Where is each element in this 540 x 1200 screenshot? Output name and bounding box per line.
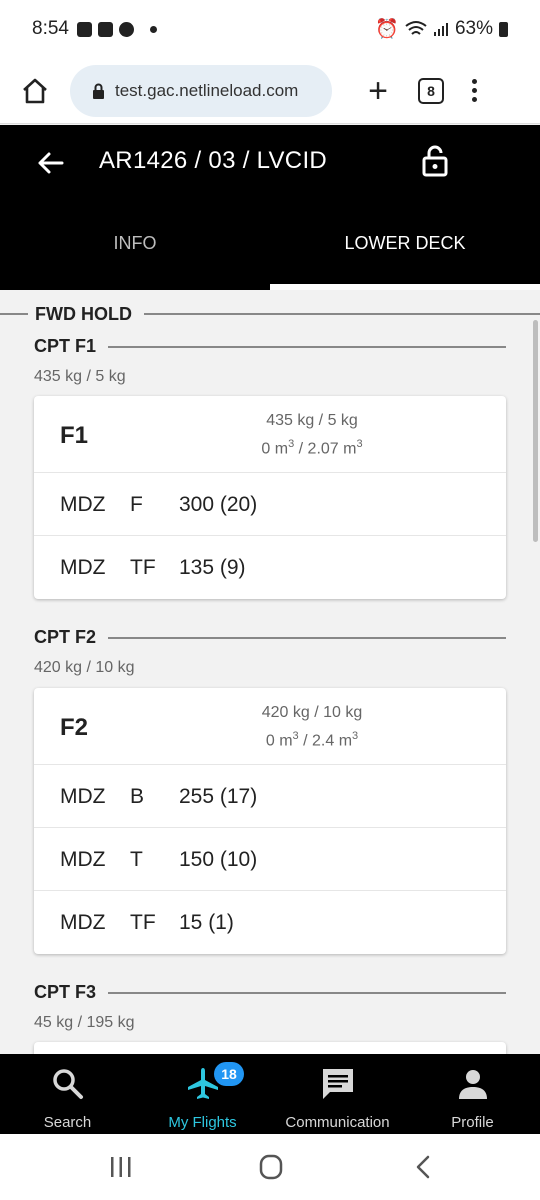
position-volume: 0 m3 / 2.07 m3 — [261, 438, 363, 458]
page-title: AR1426 / 03 / LVCID — [99, 147, 328, 174]
bottom-navigation: Search My Flights Communication 18 Profi… — [0, 1054, 540, 1134]
item-quantity: 15 (1) — [179, 911, 234, 934]
dot-icon — [472, 97, 477, 102]
item-code: TF — [130, 911, 156, 934]
more-notifications-icon — [149, 25, 157, 33]
url-text: test.gac.netlineload.com — [115, 80, 299, 100]
pinterest-icon — [118, 21, 134, 37]
nav-my-flights[interactable]: My Flights — [135, 1054, 270, 1134]
load-item-row[interactable]: MDZ TF 15 (1) — [34, 891, 506, 954]
item-quantity: 150 (10) — [179, 848, 258, 871]
hold-label: FWD HOLD — [35, 304, 132, 324]
compartment-label: CPT F3 — [34, 982, 97, 1002]
item-code: B — [130, 785, 145, 808]
compartment-summary: 435 kg / 5 kg — [34, 368, 126, 385]
nav-search[interactable]: Search — [0, 1054, 135, 1134]
position-weight: 420 kg / 10 kg — [261, 704, 363, 721]
load-item-row[interactable]: MDZ TF 135 (9) — [34, 536, 506, 599]
item-destination: MDZ — [60, 848, 106, 871]
hold-header: FWD HOLD — [0, 304, 540, 324]
lower-deck-content[interactable]: FWD HOLD CPT F1 435 kg / 5 kg F1 435 kg … — [0, 290, 540, 1054]
nav-label: Search — [43, 1114, 92, 1131]
position-name: F2 — [60, 714, 89, 741]
battery-percent: 63% — [454, 18, 493, 39]
wifi-icon — [405, 21, 427, 35]
item-quantity: 255 (17) — [179, 785, 258, 808]
unread-badge: 18 — [214, 1062, 244, 1086]
gallery-icon — [76, 21, 92, 37]
position-volume: 0 m3 / 2.4 m3 — [265, 730, 359, 750]
compartment-header: CPT F3 — [34, 982, 506, 1004]
divider — [108, 346, 506, 348]
address-bar[interactable]: test.gac.netlineload.com — [70, 64, 332, 117]
system-back-icon[interactable] — [408, 1154, 438, 1180]
compartment-summary: 45 kg / 195 kg — [34, 1014, 135, 1031]
search-icon — [52, 1069, 83, 1099]
item-code: F — [130, 493, 143, 516]
system-navigation-bar — [0, 1134, 540, 1200]
home-circle-icon[interactable] — [256, 1154, 286, 1180]
nav-label: Communication — [285, 1114, 390, 1131]
tab-lower-deck[interactable]: LOWER DECK — [270, 233, 540, 254]
notification-icons — [76, 21, 157, 37]
item-code: T — [130, 848, 143, 871]
battery-icon — [499, 21, 508, 37]
dot-icon — [472, 88, 477, 93]
position-name: F1 — [60, 422, 89, 449]
position-weight: 435 kg / 5 kg — [266, 412, 358, 429]
recent-apps-icon[interactable] — [106, 1154, 136, 1180]
card-header: F2 420 kg / 10 kg 0 m3 / 2.4 m3 — [34, 688, 506, 765]
dot-icon — [472, 79, 477, 84]
item-destination: MDZ — [60, 493, 106, 516]
position-card[interactable]: F1 435 kg / 5 kg 0 m3 / 2.07 m3 MDZ F 30… — [34, 396, 506, 599]
item-quantity: 300 (20) — [179, 493, 258, 516]
compartment-header: CPT F1 — [34, 336, 506, 358]
load-item-row[interactable]: MDZ F 300 (20) — [34, 473, 506, 536]
nav-communication[interactable]: Communication — [270, 1054, 405, 1134]
home-button[interactable] — [0, 76, 70, 106]
divider — [144, 313, 540, 315]
divider — [108, 992, 506, 994]
load-item-row[interactable]: MDZ B 255 (17) — [34, 765, 506, 828]
divider — [108, 637, 506, 639]
position-card[interactable] — [34, 1042, 506, 1054]
status-bar: 8:54 ⏰ 63% — [0, 0, 540, 58]
nav-label: Profile — [451, 1114, 494, 1131]
unlock-icon[interactable] — [422, 145, 448, 177]
back-arrow-icon[interactable] — [36, 149, 64, 177]
browser-toolbar: test.gac.netlineload.com + 8 — [0, 58, 540, 124]
youtube-icon — [97, 21, 113, 37]
scrollbar[interactable] — [533, 320, 538, 542]
tab-info[interactable]: INFO — [0, 233, 270, 254]
app-header: AR1426 / 03 / LVCID INFO LOWER DECK — [0, 125, 540, 290]
compartment-label: CPT F2 — [34, 627, 97, 647]
chat-icon — [322, 1069, 353, 1099]
compartment-label: CPT F1 — [34, 336, 97, 356]
item-code: TF — [130, 556, 156, 579]
tab-switcher-button[interactable]: 8 — [418, 77, 444, 104]
alarm-icon: ⏰ — [375, 19, 399, 40]
item-destination: MDZ — [60, 556, 106, 579]
load-item-row[interactable]: MDZ T 150 (10) — [34, 828, 506, 891]
new-tab-button[interactable]: + — [356, 74, 400, 108]
nav-profile[interactable]: Profile — [405, 1054, 540, 1134]
lock-icon — [93, 83, 104, 99]
status-time: 8:54 — [32, 18, 69, 39]
item-destination: MDZ — [60, 785, 106, 808]
divider — [0, 313, 28, 315]
compartment-header: CPT F2 — [34, 627, 506, 649]
person-icon — [458, 1070, 487, 1099]
card-header: F1 435 kg / 5 kg 0 m3 / 2.07 m3 — [34, 396, 506, 473]
item-destination: MDZ — [60, 911, 106, 934]
signal-icon — [433, 23, 448, 36]
item-quantity: 135 (9) — [179, 556, 246, 579]
home-icon — [23, 78, 47, 103]
position-card[interactable]: F2 420 kg / 10 kg 0 m3 / 2.4 m3 MDZ B 25… — [34, 688, 506, 954]
browser-menu-button[interactable] — [472, 79, 477, 102]
nav-label: My Flights — [168, 1114, 237, 1131]
compartment-summary: 420 kg / 10 kg — [34, 659, 135, 676]
